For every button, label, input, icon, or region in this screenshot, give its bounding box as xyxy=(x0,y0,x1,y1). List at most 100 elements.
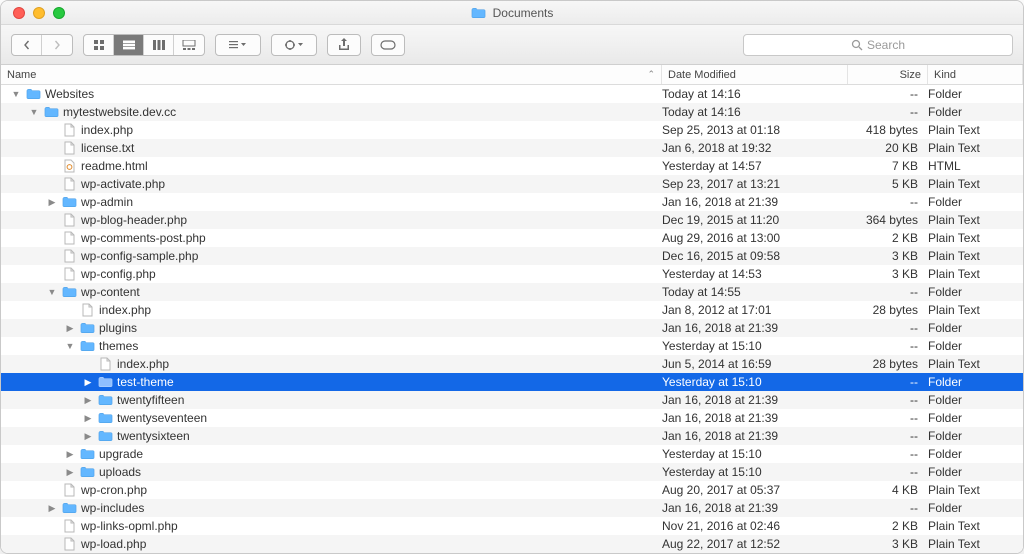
search-field[interactable]: Search xyxy=(743,34,1013,56)
file-row[interactable]: wp-activate.phpSep 23, 2017 at 13:215 KB… xyxy=(1,175,1023,193)
list-view-button[interactable] xyxy=(114,35,144,55)
file-row[interactable]: index.phpJun 5, 2014 at 16:5928 bytesPla… xyxy=(1,355,1023,373)
icon-view-button[interactable] xyxy=(84,35,114,55)
disclosure-triangle-icon[interactable]: ▶ xyxy=(65,323,75,334)
file-kind: Folder xyxy=(928,321,1023,335)
file-date: Yesterday at 15:10 xyxy=(662,375,848,389)
file-date: Yesterday at 15:10 xyxy=(662,447,848,461)
file-icon xyxy=(61,518,77,534)
disclosure-triangle-icon[interactable]: ▼ xyxy=(29,107,39,117)
disclosure-triangle-icon[interactable]: ▶ xyxy=(83,431,93,442)
file-row[interactable]: ▶test-themeYesterday at 15:10--Folder xyxy=(1,373,1023,391)
disclosure-triangle-icon[interactable]: ▶ xyxy=(47,503,57,514)
file-row[interactable]: ▶upgradeYesterday at 15:10--Folder xyxy=(1,445,1023,463)
file-kind: Folder xyxy=(928,375,1023,389)
file-size: 28 bytes xyxy=(848,357,928,371)
file-row[interactable]: ▼mytestwebsite.dev.ccToday at 14:16--Fol… xyxy=(1,103,1023,121)
file-row[interactable]: ▶pluginsJan 16, 2018 at 21:39--Folder xyxy=(1,319,1023,337)
gallery-view-button[interactable] xyxy=(174,35,204,55)
file-kind: Folder xyxy=(928,339,1023,353)
file-row[interactable]: index.phpJan 8, 2012 at 17:0128 bytesPla… xyxy=(1,301,1023,319)
file-row[interactable]: readme.htmlYesterday at 14:577 KBHTML xyxy=(1,157,1023,175)
column-header-kind[interactable]: Kind xyxy=(928,65,1023,84)
column-view-button[interactable] xyxy=(144,35,174,55)
file-row[interactable]: ▼wp-contentToday at 14:55--Folder xyxy=(1,283,1023,301)
disclosure-triangle-icon[interactable]: ▼ xyxy=(47,287,57,297)
disclosure-triangle-icon[interactable]: ▼ xyxy=(11,89,21,99)
disclosure-triangle-icon[interactable]: ▶ xyxy=(47,197,57,208)
close-window-button[interactable] xyxy=(13,7,25,19)
back-button[interactable] xyxy=(12,35,42,55)
file-size: 2 KB xyxy=(848,519,928,533)
tags-button[interactable] xyxy=(371,34,405,56)
file-size: -- xyxy=(848,429,928,443)
disclosure-triangle-icon[interactable]: ▶ xyxy=(65,467,75,478)
file-row[interactable]: ▶twentysixteenJan 16, 2018 at 21:39--Fol… xyxy=(1,427,1023,445)
file-row[interactable]: ▼WebsitesToday at 14:16--Folder xyxy=(1,85,1023,103)
file-row[interactable]: wp-cron.phpAug 20, 2017 at 05:374 KBPlai… xyxy=(1,481,1023,499)
file-date: Today at 14:16 xyxy=(662,87,848,101)
file-row[interactable]: ▼themesYesterday at 15:10--Folder xyxy=(1,337,1023,355)
file-row[interactable]: wp-config-sample.phpDec 16, 2015 at 09:5… xyxy=(1,247,1023,265)
file-date: Yesterday at 15:10 xyxy=(662,339,848,353)
minimize-window-button[interactable] xyxy=(33,7,45,19)
file-row[interactable]: wp-links-opml.phpNov 21, 2016 at 02:462 … xyxy=(1,517,1023,535)
sort-indicator-icon: ⌃ xyxy=(647,69,655,80)
file-size: 3 KB xyxy=(848,537,928,551)
file-row[interactable]: wp-load.phpAug 22, 2017 at 12:523 KBPlai… xyxy=(1,535,1023,553)
file-row[interactable]: license.txtJan 6, 2018 at 19:3220 KBPlai… xyxy=(1,139,1023,157)
disclosure-triangle-icon[interactable]: ▶ xyxy=(65,449,75,460)
column-header-name[interactable]: Name ⌃ xyxy=(1,65,662,84)
file-size: 3 KB xyxy=(848,249,928,263)
folder-icon xyxy=(79,446,95,462)
file-icon xyxy=(61,482,77,498)
file-row[interactable]: ▶uploadsYesterday at 15:10--Folder xyxy=(1,463,1023,481)
file-row[interactable]: wp-comments-post.phpAug 29, 2016 at 13:0… xyxy=(1,229,1023,247)
file-name: wp-load.php xyxy=(81,537,146,551)
zoom-window-button[interactable] xyxy=(53,7,65,19)
file-kind: Plain Text xyxy=(928,483,1023,497)
action-menu-button[interactable] xyxy=(272,35,316,55)
file-icon xyxy=(61,266,77,282)
file-size: -- xyxy=(848,375,928,389)
file-list[interactable]: ▼WebsitesToday at 14:16--Folder▼mytestwe… xyxy=(1,85,1023,553)
file-name: wp-content xyxy=(81,285,140,299)
file-size: 28 bytes xyxy=(848,303,928,317)
file-row[interactable]: wp-config.phpYesterday at 14:533 KBPlain… xyxy=(1,265,1023,283)
column-header-row: Name ⌃ Date Modified Size Kind xyxy=(1,65,1023,85)
file-name: uploads xyxy=(99,465,141,479)
file-kind: Folder xyxy=(928,105,1023,119)
file-row[interactable]: ▶wp-includesJan 16, 2018 at 21:39--Folde… xyxy=(1,499,1023,517)
finder-window: Documents Search xyxy=(0,0,1024,554)
file-row[interactable]: ▶twentyfifteenJan 16, 2018 at 21:39--Fol… xyxy=(1,391,1023,409)
column-header-date[interactable]: Date Modified xyxy=(662,65,848,84)
file-icon xyxy=(61,248,77,264)
file-name: twentyseventeen xyxy=(117,411,207,425)
forward-button[interactable] xyxy=(42,35,72,55)
file-date: Sep 23, 2017 at 13:21 xyxy=(662,177,848,191)
file-kind: Plain Text xyxy=(928,267,1023,281)
file-kind: Plain Text xyxy=(928,231,1023,245)
share-button[interactable] xyxy=(327,34,361,56)
file-kind: Plain Text xyxy=(928,141,1023,155)
folder-icon xyxy=(25,86,41,102)
file-name: license.txt xyxy=(81,141,134,155)
window-title-text: Documents xyxy=(493,6,554,20)
column-header-size[interactable]: Size xyxy=(848,65,928,84)
arrange-button[interactable] xyxy=(216,35,260,55)
file-row[interactable]: ▶wp-adminJan 16, 2018 at 21:39--Folder xyxy=(1,193,1023,211)
file-date: Jan 16, 2018 at 21:39 xyxy=(662,501,848,515)
file-row[interactable]: wp-blog-header.phpDec 19, 2015 at 11:203… xyxy=(1,211,1023,229)
disclosure-triangle-icon[interactable]: ▼ xyxy=(65,341,75,351)
disclosure-triangle-icon[interactable]: ▶ xyxy=(83,413,93,424)
file-date: Jan 8, 2012 at 17:01 xyxy=(662,303,848,317)
file-date: Jan 16, 2018 at 21:39 xyxy=(662,393,848,407)
file-row[interactable]: index.phpSep 25, 2013 at 01:18418 bytesP… xyxy=(1,121,1023,139)
file-size: 20 KB xyxy=(848,141,928,155)
file-date: Jan 16, 2018 at 21:39 xyxy=(662,321,848,335)
file-name: wp-links-opml.php xyxy=(81,519,178,533)
file-size: -- xyxy=(848,105,928,119)
disclosure-triangle-icon[interactable]: ▶ xyxy=(83,395,93,406)
disclosure-triangle-icon[interactable]: ▶ xyxy=(83,377,93,388)
file-row[interactable]: ▶twentyseventeenJan 16, 2018 at 21:39--F… xyxy=(1,409,1023,427)
